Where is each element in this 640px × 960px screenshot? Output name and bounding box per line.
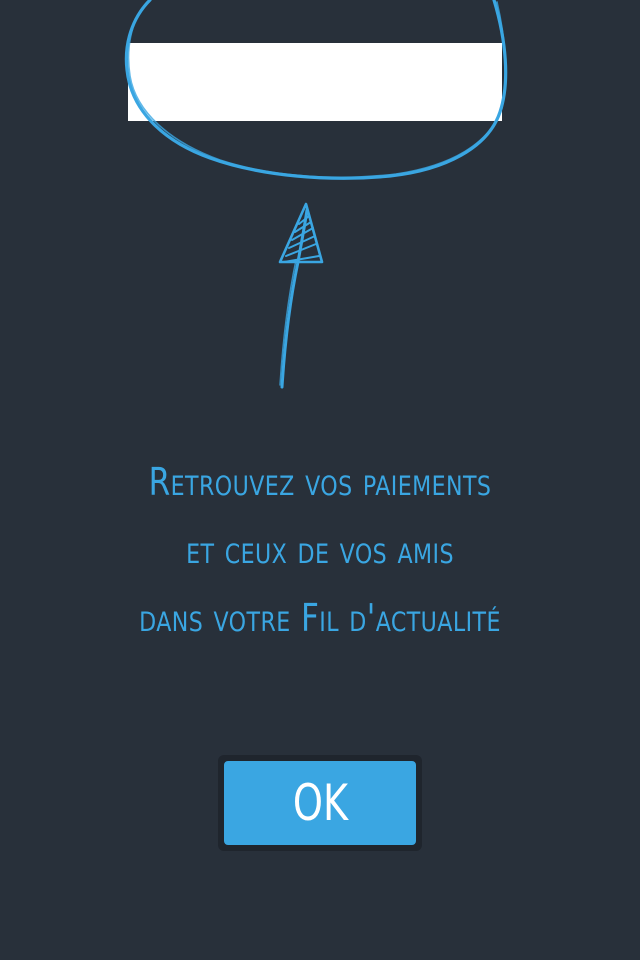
ok-button-frame: OK [218,755,422,851]
hand-drawn-arrow-up-icon [280,208,309,389]
message-line-2: et ceux de vos amis [186,528,454,572]
ok-button[interactable]: OK [224,761,416,845]
ok-button-label: OK [292,774,348,832]
message-line-3: dans votre Fil d'actualité [139,596,501,640]
highlighted-bar [128,43,502,121]
highlight-divider [150,121,490,129]
onboarding-overlay: Retrouvez vos paiements et ceux de vos a… [0,0,640,960]
message-line-1: Retrouvez vos paiements [148,460,492,504]
feed-highlight [0,0,640,400]
highlight-svg [124,0,508,389]
onboarding-message: Retrouvez vos paiements et ceux de vos a… [58,448,583,652]
